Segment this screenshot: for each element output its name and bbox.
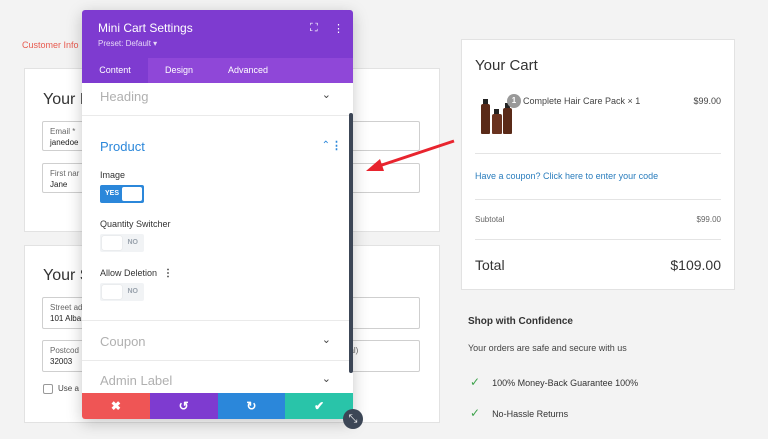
total-label: Total [475,257,505,273]
allow-deletion-toggle[interactable]: NO [100,283,144,301]
postcode-value: 32003 [50,357,73,366]
confidence-title: Shop with Confidence [468,316,573,327]
divider [475,239,721,240]
panel-title: Mini Cart Settings [98,21,193,35]
cart-summary-card: Your Cart 1 Complete Hair Care Pack × 1 … [461,39,735,290]
confidence-subtitle: Your orders are safe and secure with us [468,343,627,353]
returns-text: No-Hassle Returns [492,409,569,419]
contact-heading: Your I [43,91,85,108]
first-name-label: First nar [50,169,80,178]
tab-content[interactable]: Content [82,58,148,83]
section-admin-label[interactable]: Admin Label ⌄ [82,360,353,393]
section-product-title[interactable]: Product [100,139,145,154]
resize-handle-icon[interactable]: ⤡ [343,409,363,429]
section-heading[interactable]: Heading ⌄ [82,83,353,116]
email-label: Email * [50,127,76,136]
chevron-down-icon: ⌄ [321,89,331,101]
total-value: $109.00 [670,257,721,273]
postcode-label: Postcod [50,346,79,355]
fullscreen-icon[interactable]: ⛶ [310,22,318,35]
chevron-down-icon: ⌄ [321,373,331,385]
section-coupon-title: Coupon [100,334,146,349]
quantity-switcher-label: Quantity Switcher [100,219,171,229]
image-option-label: Image [100,170,126,180]
mini-cart-settings-panel: Mini Cart Settings Preset: Default ▾ ⛶ ⋮… [82,10,353,419]
image-toggle[interactable]: YES [100,185,144,203]
section-admin-label-title: Admin Label [100,373,173,388]
allow-deletion-label: Allow Deletion ⋮ [100,268,173,279]
undo-button[interactable]: ↺ [149,393,218,419]
quantity-switcher-toggle[interactable]: NO [100,234,144,252]
coupon-link[interactable]: Have a coupon? Click here to enter your … [475,171,658,181]
chevron-up-icon[interactable]: ⌃ [322,140,330,151]
redo-button[interactable]: ↻ [217,393,286,419]
check-icon: ✓ [470,406,481,420]
section-coupon[interactable]: Coupon ⌄ [82,321,353,361]
section-heading-title: Heading [100,89,149,104]
more-options-icon[interactable]: ⋮ [333,22,344,35]
quantity-badge: 1 [507,94,521,108]
image-toggle-state: YES [105,190,120,197]
returns-item: ✓ No-Hassle Returns [470,406,568,420]
preset-selector[interactable]: Preset: Default ▾ [98,39,157,48]
subtotal-value: $99.00 [696,215,721,224]
panel-tabs: Content Design Advanced [82,58,353,83]
allow-deletion-text: Allow Deletion [100,268,158,278]
panel-body: Heading ⌄ Product ⌃ ⋮ Image YES Quantity… [82,83,353,393]
first-name-value: Jane [50,180,68,189]
scrollbar[interactable] [349,113,353,373]
guarantee-text: 100% Money-Back Guarantee 100% [492,378,639,388]
section-more-icon[interactable]: ⋮ [331,139,342,152]
street-value: 101 Alba [50,314,82,323]
quantity-switcher-state: NO [127,239,139,246]
breadcrumb[interactable]: Customer Info [22,40,79,50]
divider [475,153,721,154]
subtotal-label: Subtotal [475,215,505,224]
use-address-label: Use a [58,384,79,393]
email-value: janedoe [50,138,79,147]
cart-item-price: $99.00 [693,96,721,106]
check-icon: ✓ [470,375,481,389]
cart-item-name: Complete Hair Care Pack × 1 [523,96,641,106]
divider [475,199,721,200]
tab-design[interactable]: Design [148,58,210,83]
chevron-down-icon: ⌄ [321,334,331,346]
allow-deletion-state: NO [127,288,139,295]
cancel-button[interactable]: ✖ [82,393,150,419]
panel-footer: ✖ ↺ ↻ ✔ [82,393,353,419]
tab-advanced[interactable]: Advanced [210,58,286,83]
cart-title: Your Cart [475,57,538,74]
street-label: Street ad [50,303,83,312]
use-address-checkbox[interactable] [43,384,53,394]
guarantee-item: ✓ 100% Money-Back Guarantee 100% [470,375,638,389]
option-more-icon[interactable]: ⋮ [163,268,173,279]
annotation-arrow-icon [366,139,455,171]
panel-header: Mini Cart Settings Preset: Default ▾ ⛶ ⋮ [82,10,353,58]
